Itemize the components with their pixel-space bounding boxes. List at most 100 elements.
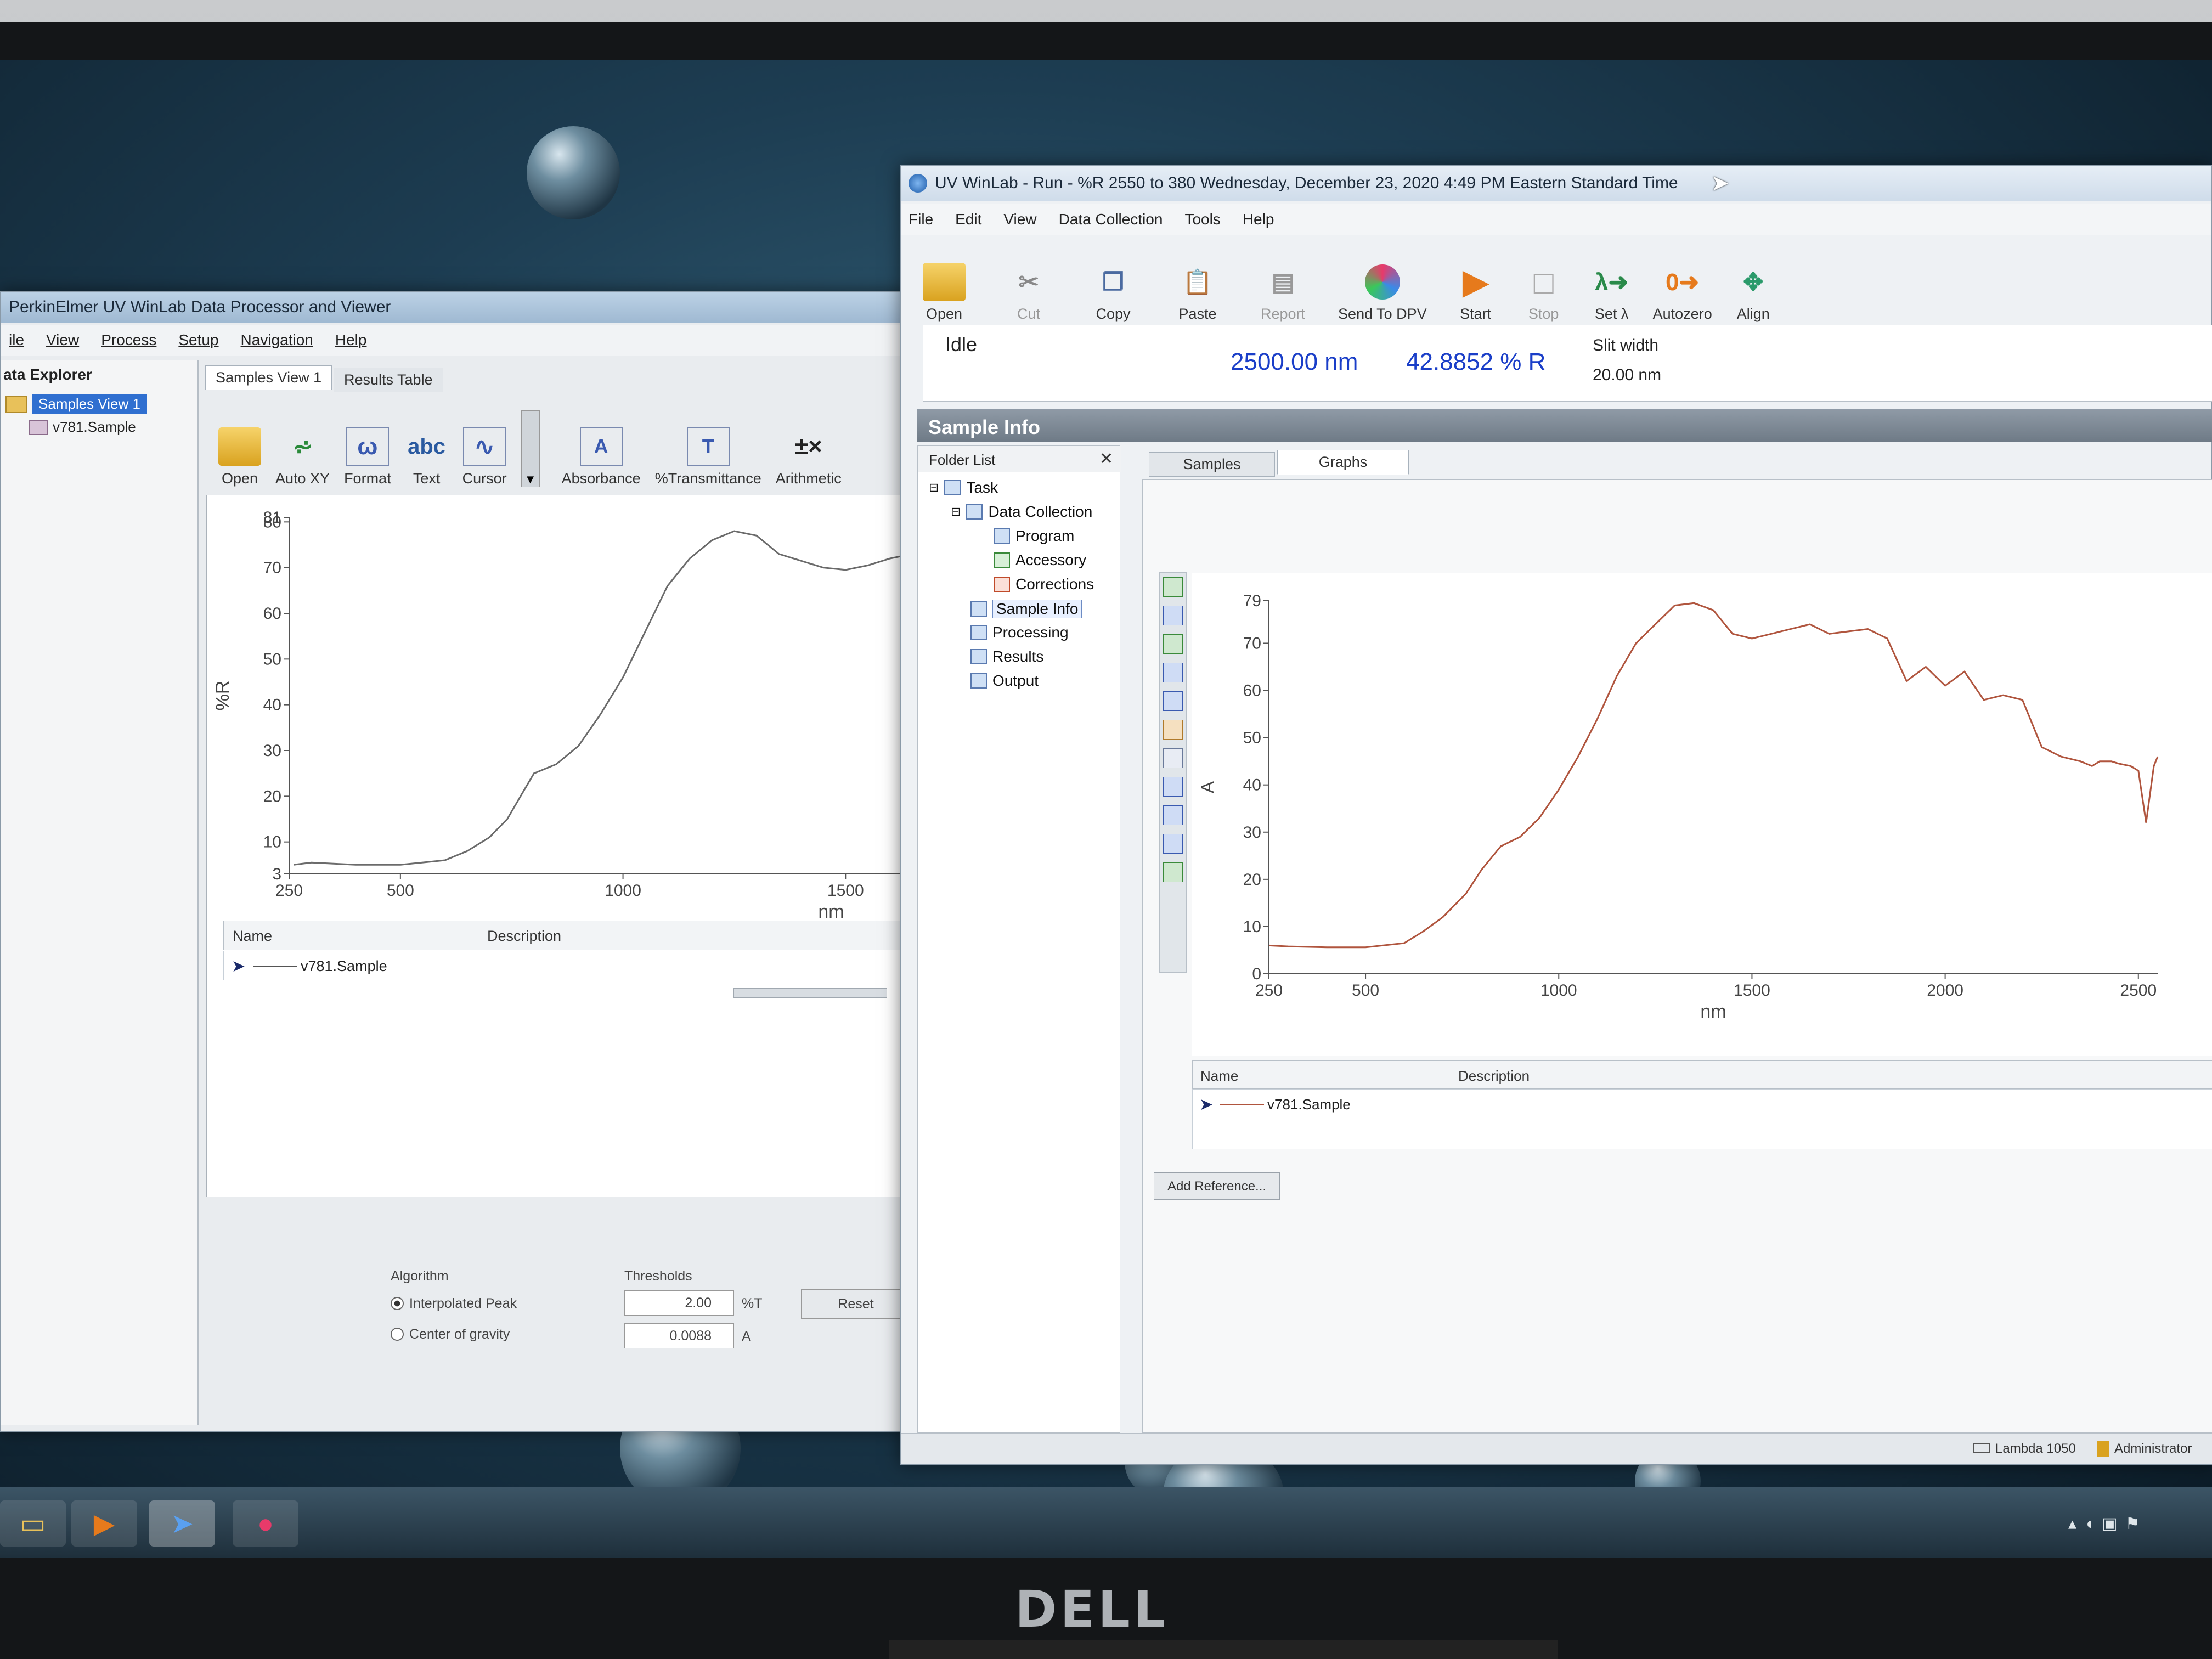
list-scrollbar[interactable] [733,988,887,998]
clipboard-icon: 📋 [1182,269,1213,296]
open-button[interactable]: Open [218,427,261,487]
trace-marker-icon: ➤ [232,957,246,975]
file-explorer-icon[interactable]: ▭ [0,1500,66,1547]
tree-label: Accessory [1015,551,1087,568]
absorbance-button[interactable]: A Absorbance [562,427,641,487]
x-tick-label: 1500 [827,882,864,900]
thresholds-label: Thresholds [624,1268,692,1284]
close-icon[interactable]: ✕ [1099,449,1113,469]
button-label: Autozero [1652,306,1712,322]
paste-button[interactable]: 📋 Paste [1176,263,1219,323]
system-tray: ▴◖▣⚑ [2068,1514,2147,1533]
threshold-t-field[interactable]: 2.00 [624,1290,734,1316]
menu-item[interactable]: Help [1243,211,1274,228]
tree-item-program[interactable]: Program [994,527,1074,545]
center-of-gravity-radio[interactable] [391,1328,404,1341]
auto-xy-icon[interactable] [1163,577,1183,597]
flag-icon[interactable]: ⚑ [2125,1515,2148,1533]
explorer-item-sample[interactable]: v781.Sample [29,419,136,436]
left-list-row[interactable]: ➤ v781.Sample [223,951,912,980]
tray-arrow-icon[interactable]: ▴ [2068,1515,2084,1533]
cursor-icon[interactable] [1163,777,1183,797]
task-icon [944,480,961,495]
format-button[interactable]: ω Format [344,427,391,487]
tab-graphs[interactable]: Graphs [1277,450,1409,475]
cut-button[interactable]: ✂ Cut [1007,263,1050,323]
auto-xy-button[interactable]: ⩫ Auto XY [275,427,330,487]
tree-item-sample-info[interactable]: Sample Info [970,600,1082,618]
autoscale-icon[interactable] [1163,606,1183,625]
open-button[interactable]: Open [923,263,966,323]
start-button[interactable]: ▶ Start [1454,263,1497,323]
set-lambda-button[interactable]: λ➜ Set λ [1590,263,1633,323]
text-icon[interactable] [1163,748,1183,768]
tree-item-accessory[interactable]: Accessory [994,551,1086,569]
button-label: Text [413,470,441,487]
tree-item-data-collection[interactable]: ⊟ Data Collection [951,503,1092,521]
tree-item-results[interactable]: Results [970,648,1043,665]
y-tick-label: 40 [263,696,281,714]
tab-samples-view[interactable]: Samples View 1 [205,365,332,390]
instrument-name: Lambda 1050 [1995,1441,2076,1456]
tab-results-table[interactable]: Results Table [334,368,443,392]
stop-button[interactable]: □ Stop [1522,263,1565,323]
network-icon[interactable]: ▣ [2102,1515,2125,1533]
add-reference-button[interactable]: Add Reference... [1154,1172,1280,1200]
tree-item-processing[interactable]: Processing [970,624,1069,641]
tab-samples[interactable]: Samples [1149,452,1275,477]
cursor-button[interactable]: ∿ Cursor [462,427,507,487]
uv-winlab-taskbar-icon[interactable]: ➤ [149,1500,215,1547]
left-spectrum-chart[interactable]: 3102030405060708081250 500 1000 1500nm%R [207,495,912,934]
report-icon: ▤ [1271,268,1295,296]
tree-item-output[interactable]: Output [970,672,1039,690]
report-button[interactable]: ▤ Report [1261,263,1305,323]
arithmetic-button[interactable]: ±× Arithmetic [776,427,842,487]
menu-item[interactable]: Data Collection [1059,211,1163,228]
threshold-a-field[interactable]: 0.0088 [624,1323,734,1348]
transmittance-icon[interactable] [1163,805,1183,825]
menu-item[interactable]: Tools [1184,211,1220,228]
reset-button[interactable]: Reset [801,1289,911,1319]
color-icon[interactable] [1163,720,1183,740]
data-processor-title-bar[interactable]: PerkinElmer UV WinLab Data Processor and… [1,292,910,323]
tree-item-task[interactable]: ⊟ Task [929,479,998,496]
overlay-icon[interactable] [1163,691,1183,711]
y-tick-label: 79 [1243,592,1261,610]
y-tick-label: 3 [272,865,281,883]
media-player-icon[interactable]: ▶ [71,1500,137,1547]
program-icon [994,528,1010,544]
menu-item[interactable]: ile [9,331,24,349]
format-icon[interactable] [1163,663,1183,682]
send-to-dpv-button[interactable]: Send To DPV [1338,263,1427,323]
align-button[interactable]: ✥ Align [1732,263,1775,323]
grid-icon[interactable] [1163,862,1183,882]
menu-item[interactable]: Setup [178,331,218,349]
volume-icon[interactable]: ◖ [2084,1515,2102,1533]
zoom-icon[interactable] [1163,634,1183,654]
toolbar-overflow[interactable]: ▼ [521,410,540,487]
menu-item[interactable]: View [46,331,79,349]
data-processor-taskbar-icon[interactable]: ● [233,1500,298,1547]
menu-item[interactable]: View [1003,211,1036,228]
button-label: Set λ [1594,306,1629,322]
series-line [1268,602,2159,949]
right-list-row[interactable]: ➤ v781.Sample [1192,1089,2212,1149]
menu-item[interactable]: Edit [955,211,981,228]
right-spectrum-chart[interactable]: 0 10 20 30 40 50 60 70 79 250 500 1000 1500 2000 2500 n… [1192,573,2212,1056]
y-tick-label: 60 [263,605,281,623]
menu-item[interactable]: Navigation [241,331,313,349]
peak-pick-icon[interactable] [1163,834,1183,854]
menu-item[interactable]: Process [101,331,156,349]
tree-item-corrections[interactable]: Corrections [994,575,1094,593]
text-button[interactable]: abc Text [405,427,448,487]
interpolated-peak-radio[interactable] [391,1297,404,1310]
button-label: Open [221,470,258,487]
explorer-item-samples-view[interactable]: Samples View 1 [5,394,147,414]
uv-winlab-title-bar[interactable]: UV WinLab - Run - %R 2550 to 380 Wednesd… [901,166,2211,201]
copy-button[interactable]: ❐ Copy [1092,263,1135,323]
menu-item[interactable]: Help [335,331,367,349]
menu-item[interactable]: File [909,211,933,228]
autozero-button[interactable]: 0➜ Autozero [1653,263,1712,323]
transmittance-button[interactable]: T %Transmittance [655,427,761,487]
x-tick-label: 250 [1255,981,1283,1000]
